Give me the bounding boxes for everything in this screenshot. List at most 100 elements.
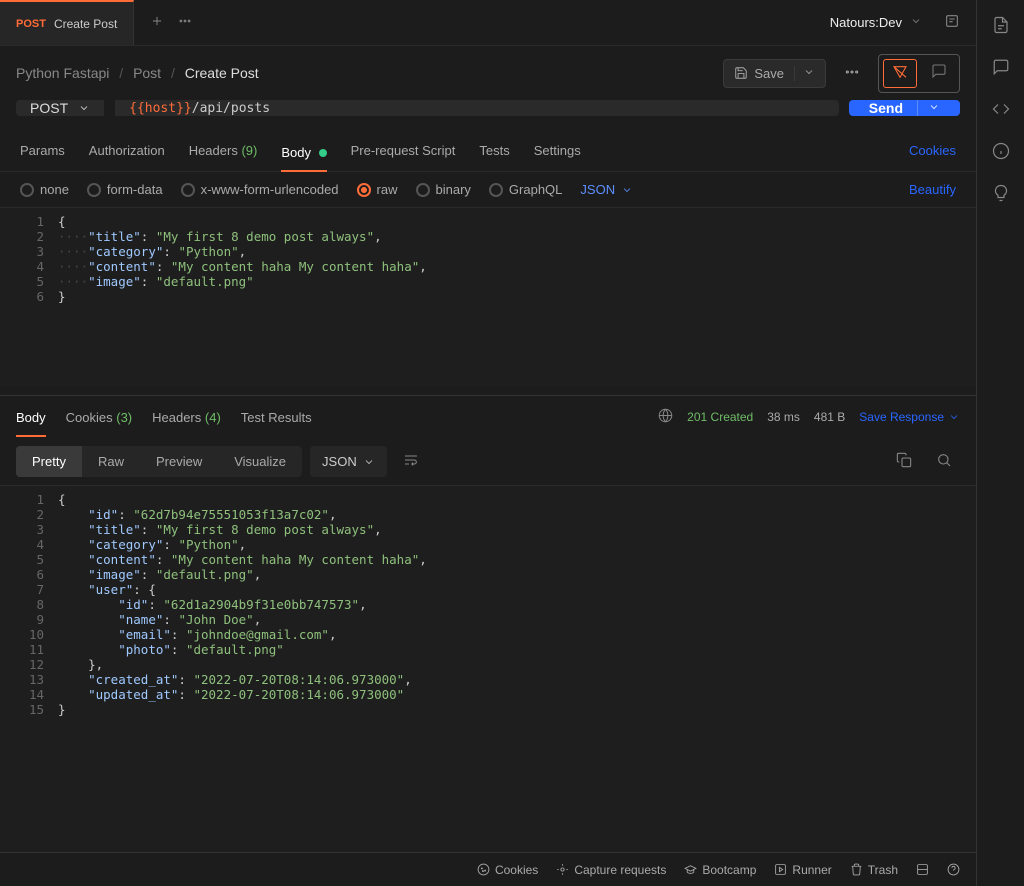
request-tab[interactable]: POST Create Post xyxy=(0,0,134,45)
tab-actions xyxy=(134,0,208,45)
code-line: 3 "title": "My first 8 demo post always"… xyxy=(0,522,976,537)
comments-icon[interactable] xyxy=(992,58,1010,76)
wrap-lines-icon[interactable] xyxy=(395,444,427,479)
breadcrumb-current: Create Post xyxy=(185,65,259,81)
resp-tab-testresults[interactable]: Test Results xyxy=(241,410,312,425)
status-bar: Cookies Capture requests Bootcamp Runner… xyxy=(0,852,976,886)
more-actions-icon[interactable] xyxy=(838,58,866,89)
footer-help-icon[interactable] xyxy=(947,863,960,876)
view-mode-segment: Pretty Raw Preview Visualize xyxy=(16,446,302,477)
footer-bootcamp[interactable]: Bootcamp xyxy=(684,863,756,877)
resp-tab-headers[interactable]: Headers (4) xyxy=(152,410,221,425)
code-line: 4····"content": "My content haha My cont… xyxy=(0,259,976,274)
url-path: /api/posts xyxy=(192,101,270,116)
resp-tab-cookies[interactable]: Cookies (3) xyxy=(66,410,132,425)
chevron-down-icon[interactable] xyxy=(917,100,940,116)
code-line: 6 "image": "default.png", xyxy=(0,567,976,582)
tab-tests[interactable]: Tests xyxy=(479,139,509,162)
response-meta: 201 Created 38 ms 481 B Save Response xyxy=(658,408,960,426)
code-line: 5····"image": "default.png" xyxy=(0,274,976,289)
body-active-indicator xyxy=(319,149,327,157)
code-line: 1{ xyxy=(0,214,976,229)
code-line: 2····"title": "My first 8 demo post alwa… xyxy=(0,229,976,244)
footer-cookies[interactable]: Cookies xyxy=(477,863,538,877)
environment-name: Natours:Dev xyxy=(830,15,902,30)
response-status: 201 Created xyxy=(687,410,753,424)
code-line: 7 "user": { xyxy=(0,582,976,597)
body-type-radios: none form-data x-www-form-urlencoded raw… xyxy=(0,172,976,207)
url-input[interactable]: {{host}}/api/posts xyxy=(115,100,839,116)
code-line: 11 "photo": "default.png" xyxy=(0,642,976,657)
send-button[interactable]: Send xyxy=(849,100,960,116)
code-line: 12 }, xyxy=(0,657,976,672)
beautify-link[interactable]: Beautify xyxy=(909,182,956,197)
code-line: 13 "created_at": "2022-07-20T08:14:06.97… xyxy=(0,672,976,687)
bulb-icon[interactable] xyxy=(992,184,1010,202)
breadcrumb-folder[interactable]: Post xyxy=(133,65,161,81)
code-line: 2 "id": "62d7b94e75551053f13a7c02", xyxy=(0,507,976,522)
view-visualize[interactable]: Visualize xyxy=(218,446,302,477)
save-button[interactable]: Save xyxy=(723,59,826,88)
radio-raw[interactable]: raw xyxy=(357,182,398,197)
new-tab-icon[interactable] xyxy=(150,14,164,31)
tab-bar: POST Create Post Natours:Dev xyxy=(0,0,976,46)
footer-runner[interactable]: Runner xyxy=(774,863,831,877)
code-line: 15} xyxy=(0,702,976,717)
save-response-button[interactable]: Save Response xyxy=(859,410,960,424)
chevron-down-icon[interactable] xyxy=(794,66,815,81)
tab-headers[interactable]: Headers (9) xyxy=(189,139,258,162)
method-selector[interactable]: POST xyxy=(16,100,105,116)
tab-authorization[interactable]: Authorization xyxy=(89,139,165,162)
view-preview[interactable]: Preview xyxy=(140,446,218,477)
code-line: 8 "id": "62d1a2904b9f31e0bb747573", xyxy=(0,597,976,612)
request-section-tabs: Params Authorization Headers (9) Body Pr… xyxy=(0,130,976,172)
code-line: 9 "name": "John Doe", xyxy=(0,612,976,627)
tab-title: Create Post xyxy=(54,17,117,31)
tab-settings[interactable]: Settings xyxy=(534,139,581,162)
footer-trash[interactable]: Trash xyxy=(850,863,898,877)
response-view-row: Pretty Raw Preview Visualize JSON xyxy=(0,438,976,485)
environment-selector[interactable]: Natours:Dev xyxy=(814,0,976,45)
build-mode-icon[interactable] xyxy=(883,59,917,88)
response-body-viewer[interactable]: 1{2 "id": "62d7b94e75551053f13a7c02",3 "… xyxy=(0,485,976,852)
code-line: 14 "updated_at": "2022-07-20T08:14:06.97… xyxy=(0,687,976,702)
breadcrumb-collection[interactable]: Python Fastapi xyxy=(16,65,109,81)
docs-icon[interactable] xyxy=(992,16,1010,34)
info-icon[interactable] xyxy=(992,142,1010,160)
request-body-editor[interactable]: 1{2····"title": "My first 8 demo post al… xyxy=(0,207,976,387)
url-bar: POST {{host}}/api/posts Send xyxy=(0,100,976,130)
radio-none[interactable]: none xyxy=(20,182,69,197)
response-lang-selector[interactable]: JSON xyxy=(310,446,387,477)
globe-icon[interactable] xyxy=(658,408,673,426)
tab-prerequest[interactable]: Pre-request Script xyxy=(351,139,456,162)
radio-graphql[interactable]: GraphQL xyxy=(489,182,562,197)
footer-layout-icon[interactable] xyxy=(916,863,929,876)
environment-quicklook-icon[interactable] xyxy=(944,13,960,32)
footer-capture[interactable]: Capture requests xyxy=(556,863,666,877)
code-icon[interactable] xyxy=(992,100,1010,118)
tab-body[interactable]: Body xyxy=(281,141,326,172)
send-label: Send xyxy=(869,100,903,116)
resp-tab-body[interactable]: Body xyxy=(16,410,46,437)
radio-xwww[interactable]: x-www-form-urlencoded xyxy=(181,182,339,197)
tab-params[interactable]: Params xyxy=(20,139,65,162)
copy-icon[interactable] xyxy=(888,444,920,479)
body-language-selector[interactable]: JSON xyxy=(580,182,633,197)
breadcrumb-row: Python Fastapi / Post / Create Post Save xyxy=(0,46,976,100)
comment-mode-icon[interactable] xyxy=(923,59,955,88)
radio-binary[interactable]: binary xyxy=(416,182,471,197)
view-pretty[interactable]: Pretty xyxy=(16,446,82,477)
code-line: 4 "category": "Python", xyxy=(0,537,976,552)
cookies-link[interactable]: Cookies xyxy=(909,143,956,158)
search-icon[interactable] xyxy=(928,444,960,479)
code-line: 6} xyxy=(0,289,976,304)
tab-method: POST xyxy=(16,18,46,30)
response-time: 38 ms xyxy=(767,410,800,424)
view-mode-toggle xyxy=(878,54,960,93)
more-tabs-icon[interactable] xyxy=(178,14,192,31)
code-line: 1{ xyxy=(0,492,976,507)
view-raw[interactable]: Raw xyxy=(82,446,140,477)
code-line: 10 "email": "johndoe@gmail.com", xyxy=(0,627,976,642)
code-line: 3····"category": "Python", xyxy=(0,244,976,259)
radio-formdata[interactable]: form-data xyxy=(87,182,163,197)
